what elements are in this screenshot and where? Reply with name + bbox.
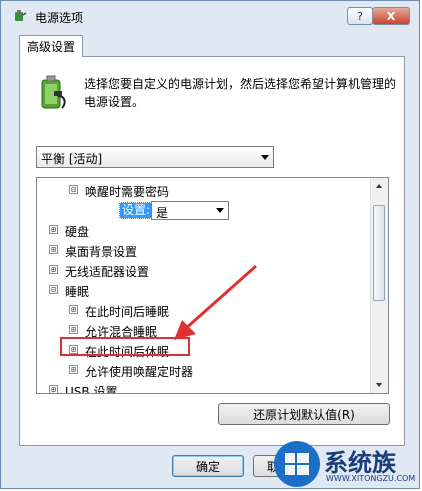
scroll-up-button[interactable] bbox=[371, 178, 388, 195]
tree-item-hibernate-after[interactable]: ⊞ 在此时间后休眠 bbox=[37, 340, 373, 360]
tree-item-hybrid-sleep[interactable]: ⊞ 允许混合睡眠 bbox=[37, 320, 373, 340]
close-button[interactable]: X bbox=[372, 7, 410, 25]
tree-item-setting-row: 设置: 是 bbox=[37, 200, 373, 220]
setting-label: 设置: bbox=[119, 202, 154, 219]
expand-icon[interactable]: ⊞ bbox=[69, 345, 78, 354]
tree-item-label: USB 设置 bbox=[65, 385, 118, 394]
help-button[interactable]: ? bbox=[347, 7, 373, 25]
tree-item-label: 在此时间后睡眠 bbox=[85, 305, 170, 319]
tree-item-label: 硬盘 bbox=[65, 225, 90, 239]
expand-icon[interactable]: ⊞ bbox=[49, 385, 58, 393]
power-plan-value: 平衡 [活动] bbox=[41, 152, 103, 166]
tree-item-sleep[interactable]: ⊟ 睡眠 bbox=[37, 280, 373, 300]
tree-item-desktop-background[interactable]: ⊞ 桌面背景设置 bbox=[37, 240, 373, 260]
tree-item-label: 睡眠 bbox=[65, 285, 90, 299]
tree-item-label: 桌面背景设置 bbox=[65, 245, 138, 259]
power-plan-dropdown[interactable]: 平衡 [活动] bbox=[36, 146, 274, 168]
tree-item-password-on-wake[interactable]: ⊟ 唤醒时需要密码 bbox=[37, 180, 373, 200]
panel-description: 选择您要自定义的电源计划，然后选择您希望计算机管理的电源设置。 bbox=[84, 77, 397, 109]
chevron-down-icon bbox=[261, 155, 269, 160]
expand-icon[interactable]: ⊞ bbox=[69, 325, 78, 334]
power-options-window: 电源选项 ? X 高级设置 选择您要自定义的电源计划，然后选择您希望计算机管理的… bbox=[0, 0, 420, 489]
settings-tree[interactable]: ⊟ 唤醒时需要密码 设置: 是 ⊞ 硬盘 ⊞ 桌面背景设置 ⊞ 无线适配器设置 bbox=[36, 177, 389, 394]
collapse-icon[interactable]: ⊟ bbox=[49, 285, 58, 294]
expand-icon[interactable]: ⊞ bbox=[69, 305, 78, 314]
tree-item-label: 在此时间后休眠 bbox=[85, 345, 170, 359]
tree-item-wireless-adapter[interactable]: ⊞ 无线适配器设置 bbox=[37, 260, 373, 280]
tree-item-usb-settings[interactable]: ⊞ USB 设置 bbox=[37, 380, 373, 394]
tree-item-wake-timers[interactable]: ⊞ 允许使用唤醒定时器 bbox=[37, 360, 373, 380]
scroll-down-button[interactable] bbox=[371, 376, 388, 393]
restore-defaults-button[interactable]: 还原计划默认值(R) bbox=[218, 403, 390, 425]
setting-value-dropdown[interactable]: 是 bbox=[151, 201, 229, 220]
expand-icon[interactable]: ⊞ bbox=[49, 245, 58, 254]
power-options-icon bbox=[15, 10, 27, 21]
expand-icon[interactable]: ⊞ bbox=[49, 265, 58, 274]
chevron-down-icon bbox=[216, 208, 224, 213]
tree-item-label: 唤醒时需要密码 bbox=[85, 185, 170, 199]
collapse-icon[interactable]: ⊟ bbox=[69, 185, 78, 194]
advanced-settings-panel: 选择您要自定义的电源计划，然后选择您希望计算机管理的电源设置。 平衡 [活动] … bbox=[19, 56, 405, 446]
expand-icon[interactable]: ⊞ bbox=[69, 365, 78, 374]
chevron-down-icon bbox=[376, 383, 382, 387]
expand-icon[interactable]: ⊞ bbox=[49, 225, 58, 234]
ok-button[interactable]: 确定 bbox=[172, 455, 244, 477]
tab-advanced-settings[interactable]: 高级设置 bbox=[19, 35, 83, 57]
tree-item-label: 允许混合睡眠 bbox=[85, 325, 158, 339]
cancel-button[interactable]: 取 bbox=[253, 455, 293, 477]
tree-item-label: 无线适配器设置 bbox=[65, 265, 150, 279]
tree-item-hard-disk[interactable]: ⊞ 硬盘 bbox=[37, 220, 373, 240]
scrollbar-thumb[interactable] bbox=[373, 205, 385, 301]
window-title: 电源选项 bbox=[35, 11, 84, 25]
vertical-scrollbar[interactable] bbox=[370, 178, 388, 393]
battery-plug-icon bbox=[41, 75, 66, 109]
tree-item-sleep-after[interactable]: ⊞ 在此时间后睡眠 bbox=[37, 300, 373, 320]
tree-item-label: 允许使用唤醒定时器 bbox=[85, 365, 194, 379]
title-bar: 电源选项 ? X bbox=[1, 1, 419, 31]
chevron-up-icon bbox=[376, 184, 382, 188]
setting-value: 是 bbox=[156, 206, 169, 220]
